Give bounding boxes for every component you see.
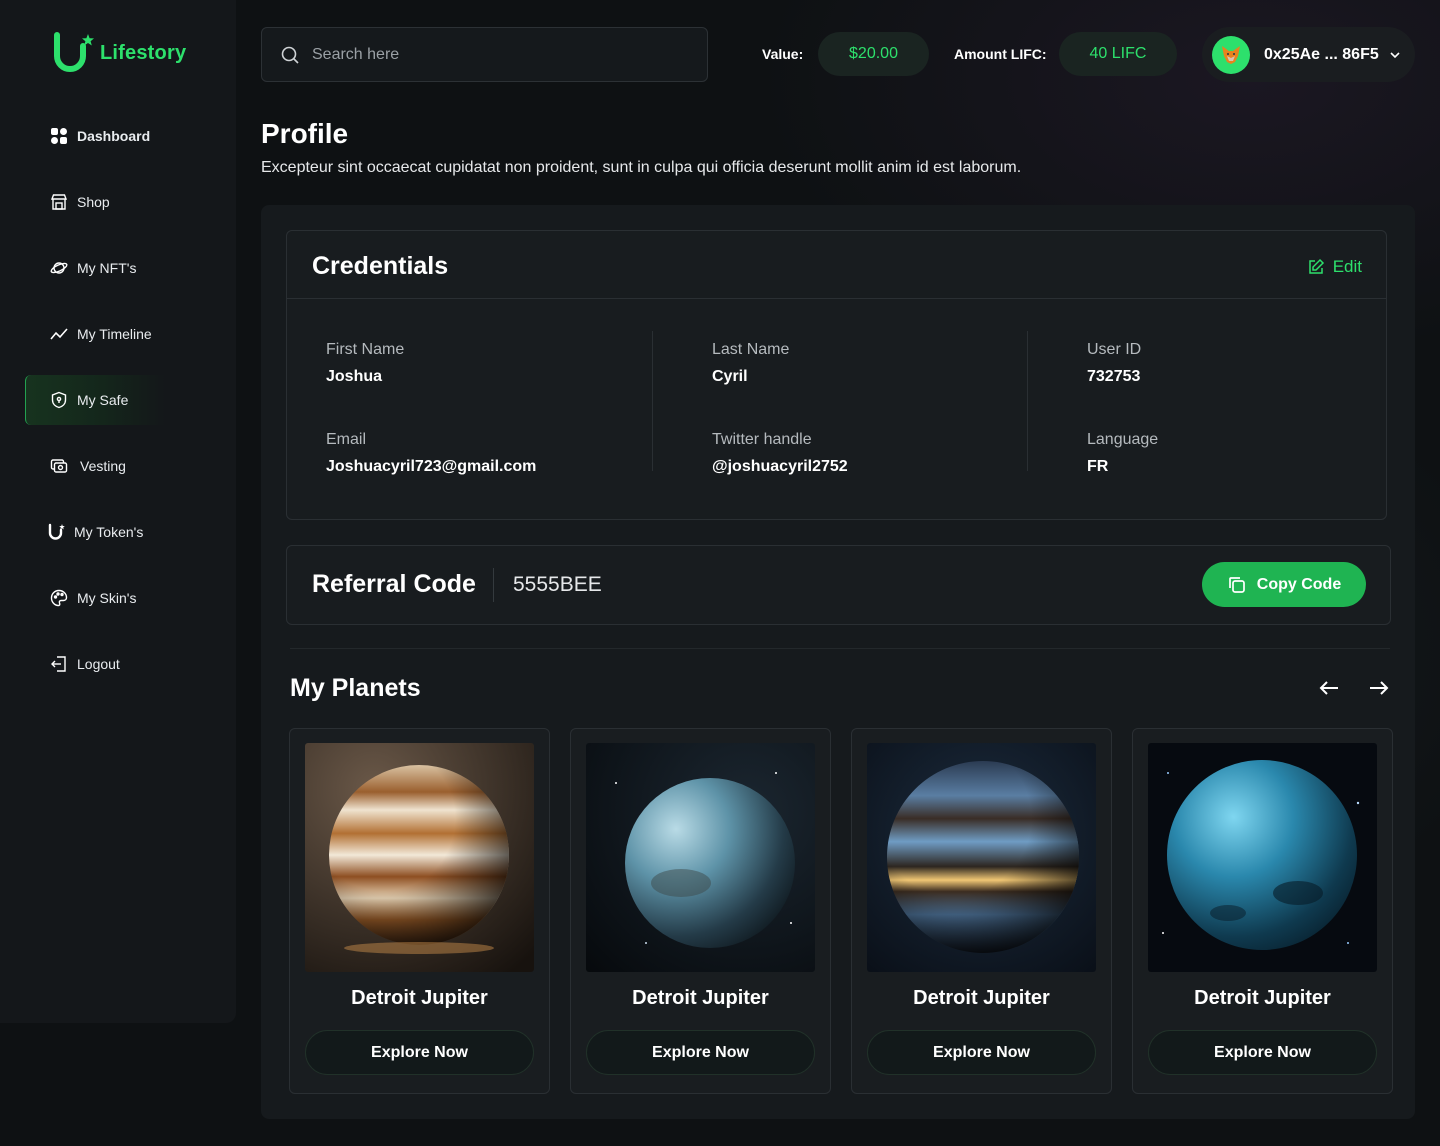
field-value: Joshuacyril723@gmail.com bbox=[326, 458, 537, 475]
page-subtitle: Excepteur sint occaecat cupidatat non pr… bbox=[261, 159, 1022, 176]
sidebar: Lifestory Dashboard Shop My NFT's My Tim… bbox=[0, 0, 236, 1023]
sidebar-item-my-timeline[interactable]: My Timeline bbox=[25, 309, 236, 359]
fox-icon bbox=[1222, 45, 1240, 64]
field-label: First Name bbox=[326, 341, 405, 358]
divider bbox=[290, 648, 1390, 649]
sidebar-item-label: My NFT's bbox=[77, 260, 137, 276]
sidebar-item-vesting[interactable]: Vesting bbox=[25, 441, 236, 491]
amount-lifc-label: Amount LIFC: bbox=[954, 46, 1047, 62]
copy-code-button[interactable]: Copy Code bbox=[1202, 562, 1366, 607]
sidebar-item-dashboard[interactable]: Dashboard bbox=[25, 111, 236, 161]
explore-now-button[interactable]: Explore Now bbox=[1148, 1030, 1377, 1075]
edit-button[interactable]: Edit bbox=[1307, 257, 1362, 277]
sidebar-item-label: My Safe bbox=[77, 392, 129, 408]
field-label: User ID bbox=[1087, 341, 1142, 358]
field-value: @joshuacyril2752 bbox=[712, 458, 848, 475]
divider bbox=[287, 298, 1386, 299]
field-value: 732753 bbox=[1087, 368, 1141, 385]
sidebar-item-label: Logout bbox=[77, 656, 120, 672]
edit-label: Edit bbox=[1332, 257, 1362, 276]
edit-icon bbox=[1308, 258, 1324, 274]
brand-logo[interactable]: Lifestory bbox=[52, 32, 186, 74]
planet-name: Detroit Jupiter bbox=[632, 987, 769, 1009]
arrow-left-icon[interactable] bbox=[1318, 677, 1340, 699]
planet-image bbox=[305, 743, 534, 972]
shield-icon bbox=[51, 391, 67, 409]
page-title: Profile bbox=[261, 118, 349, 149]
sidebar-item-label: My Token's bbox=[74, 524, 144, 540]
sidebar-item-label: Shop bbox=[77, 194, 110, 210]
lifestory-logo-icon bbox=[54, 32, 94, 72]
value-badge: $20.00 bbox=[818, 32, 929, 76]
field-value: Joshua bbox=[326, 368, 383, 385]
sidebar-item-label: My Skin's bbox=[77, 590, 137, 606]
sidebar-item-my-skins[interactable]: My Skin's bbox=[25, 573, 236, 623]
explore-now-button[interactable]: Explore Now bbox=[867, 1030, 1096, 1075]
field-value: Cyril bbox=[712, 368, 748, 385]
planet-name: Detroit Jupiter bbox=[1194, 987, 1331, 1009]
email-field: Email Joshuacyril723@gmail.com bbox=[326, 431, 536, 476]
sidebar-item-my-safe[interactable]: My Safe bbox=[25, 375, 165, 425]
language-field: Language FR bbox=[1087, 431, 1158, 476]
planet-icon bbox=[50, 262, 68, 274]
planet-card: Detroit Jupiter Explore Now bbox=[570, 728, 831, 1094]
planet-image bbox=[1148, 743, 1377, 972]
column-divider bbox=[652, 331, 653, 471]
sidebar-nav: Dashboard Shop My NFT's My Timeline My S… bbox=[25, 111, 236, 705]
copy-code-label: Copy Code bbox=[1256, 575, 1342, 593]
column-divider bbox=[1027, 331, 1028, 471]
vesting-icon bbox=[50, 459, 68, 473]
explore-now-button[interactable]: Explore Now bbox=[586, 1030, 815, 1075]
referral-card: Referral Code 5555BEE Copy Code bbox=[286, 545, 1391, 625]
sidebar-item-label: My Timeline bbox=[77, 326, 152, 342]
referral-code: 5555BEE bbox=[513, 573, 602, 596]
planet-card: Detroit Jupiter Explore Now bbox=[851, 728, 1112, 1094]
planet-name: Detroit Jupiter bbox=[913, 987, 1050, 1009]
referral-title: Referral Code bbox=[312, 570, 476, 598]
sidebar-item-logout[interactable]: Logout bbox=[25, 639, 236, 689]
brand-name: Lifestory bbox=[100, 41, 187, 64]
sidebar-item-label: Vesting bbox=[80, 458, 126, 474]
dashboard-icon bbox=[51, 128, 67, 144]
search-input[interactable] bbox=[312, 45, 672, 64]
wallet-address: 0x25Ae ... 86F5 bbox=[1264, 45, 1379, 63]
planets-title: My Planets bbox=[290, 674, 421, 702]
chevron-down-icon bbox=[1390, 51, 1400, 58]
copy-icon bbox=[1228, 576, 1245, 593]
sidebar-item-label: Dashboard bbox=[77, 128, 151, 144]
field-value: FR bbox=[1087, 458, 1109, 475]
planet-name: Detroit Jupiter bbox=[351, 987, 488, 1009]
sidebar-item-my-tokens[interactable]: My Token's bbox=[25, 507, 236, 557]
palette-icon bbox=[50, 589, 68, 607]
credentials-title: Credentials bbox=[312, 252, 449, 280]
timeline-icon bbox=[50, 328, 68, 340]
sidebar-item-my-nfts[interactable]: My NFT's bbox=[25, 243, 236, 293]
metamask-avatar bbox=[1212, 35, 1250, 74]
shop-icon bbox=[50, 194, 68, 210]
search-bar[interactable] bbox=[261, 27, 708, 82]
planet-card: Detroit Jupiter Explore Now bbox=[1132, 728, 1393, 1094]
divider bbox=[493, 568, 494, 602]
last-name-field: Last Name Cyril bbox=[712, 341, 789, 386]
search-icon bbox=[281, 46, 299, 64]
wallet-dropdown[interactable]: 0x25Ae ... 86F5 bbox=[1202, 27, 1415, 82]
token-icon bbox=[48, 523, 65, 540]
field-label: Twitter handle bbox=[712, 431, 812, 448]
planet-card: Detroit Jupiter Explore Now bbox=[289, 728, 550, 1094]
arrow-right-icon[interactable] bbox=[1368, 677, 1390, 699]
planet-image bbox=[867, 743, 1096, 972]
value-label: Value: bbox=[762, 46, 804, 62]
planet-image bbox=[586, 743, 815, 972]
user-id-field: User ID 732753 bbox=[1087, 341, 1141, 386]
sidebar-item-shop[interactable]: Shop bbox=[25, 177, 236, 227]
logout-icon bbox=[51, 656, 66, 672]
twitter-handle-field: Twitter handle @joshuacyril2752 bbox=[712, 431, 848, 476]
field-label: Last Name bbox=[712, 341, 790, 358]
field-label: Email bbox=[326, 431, 367, 448]
first-name-field: First Name Joshua bbox=[326, 341, 404, 386]
amount-lifc-badge: 40 LIFC bbox=[1059, 32, 1177, 76]
explore-now-button[interactable]: Explore Now bbox=[305, 1030, 534, 1075]
field-label: Language bbox=[1087, 431, 1159, 448]
credentials-card: Credentials Edit First Name Joshua Last … bbox=[286, 230, 1387, 520]
